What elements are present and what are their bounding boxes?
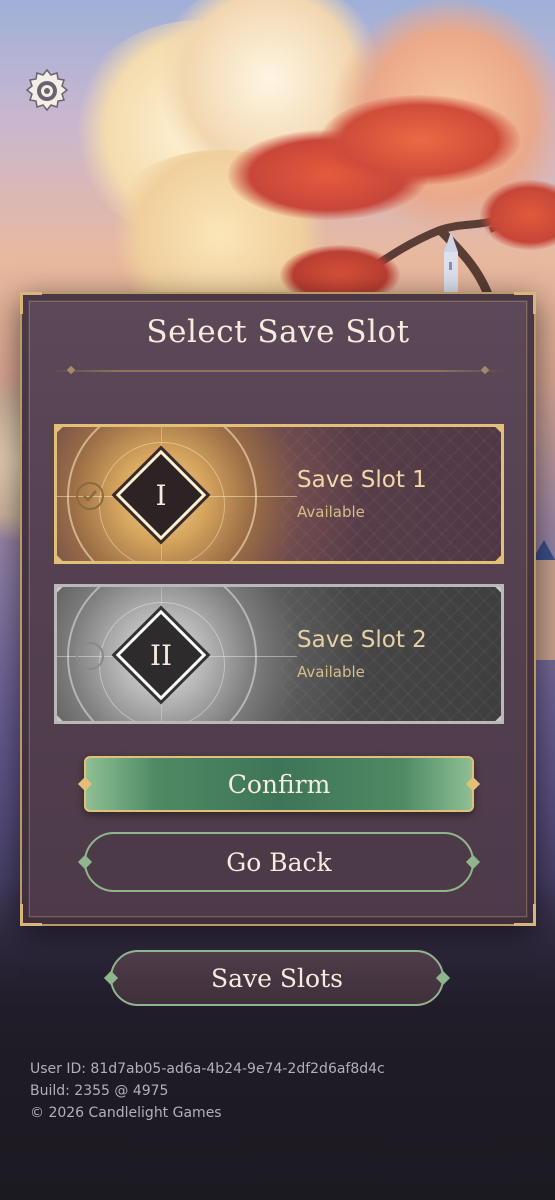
slot-numeral: II	[149, 638, 173, 672]
dialog-corner	[514, 292, 536, 314]
check-icon	[76, 482, 104, 510]
slot-corner	[57, 427, 63, 433]
button-tip	[77, 854, 93, 870]
slot-corner	[57, 555, 63, 561]
title-divider	[50, 370, 506, 372]
go-back-button[interactable]: Go Back	[77, 832, 481, 892]
button-tip	[77, 776, 93, 792]
settings-button[interactable]	[22, 66, 72, 116]
confirm-label: Confirm	[227, 769, 331, 799]
footer-info: User ID: 81d7ab05-ad6a-4b24-9e74-2df2d6a…	[30, 1058, 385, 1124]
castle-tower	[444, 232, 458, 294]
user-id-text: User ID: 81d7ab05-ad6a-4b24-9e74-2df2d6a…	[30, 1061, 385, 1077]
save-slots-button[interactable]: Save Slots	[103, 950, 451, 1006]
slot-numeral: I	[155, 478, 167, 512]
ground-shade	[0, 880, 555, 1200]
slot-corner	[57, 715, 63, 721]
slot-status: Available	[297, 663, 365, 681]
dialog-corner	[20, 292, 42, 314]
save-slots-label: Save Slots	[211, 963, 343, 993]
build-text: Build: 2355 @ 4975	[30, 1083, 169, 1099]
confirm-button[interactable]: Confirm	[77, 756, 481, 812]
copyright-text: © 2026 Candlelight Games	[30, 1105, 222, 1121]
slot-name: Save Slot 2	[297, 627, 427, 653]
slot-pattern	[281, 427, 501, 561]
tree-canopy	[320, 95, 520, 185]
slot-pattern	[281, 587, 501, 721]
button-tip	[465, 854, 481, 870]
dialog-corner	[20, 904, 42, 926]
go-back-label: Go Back	[226, 847, 332, 877]
slot-name: Save Slot 1	[297, 467, 427, 493]
dialog-title: Select Save Slot	[146, 314, 410, 350]
button-tip	[465, 776, 481, 792]
save-slot-dialog: Select Save Slot I Save Slot 1 Available…	[20, 292, 536, 926]
save-slot-2[interactable]: II Save Slot 2 Available	[54, 584, 504, 724]
slot-corner	[57, 587, 63, 593]
save-slot-1[interactable]: I Save Slot 1 Available	[54, 424, 504, 564]
slot-status: Available	[297, 503, 365, 521]
unselected-ring-icon	[76, 642, 104, 670]
gear-icon	[25, 68, 69, 112]
dialog-corner	[514, 904, 536, 926]
